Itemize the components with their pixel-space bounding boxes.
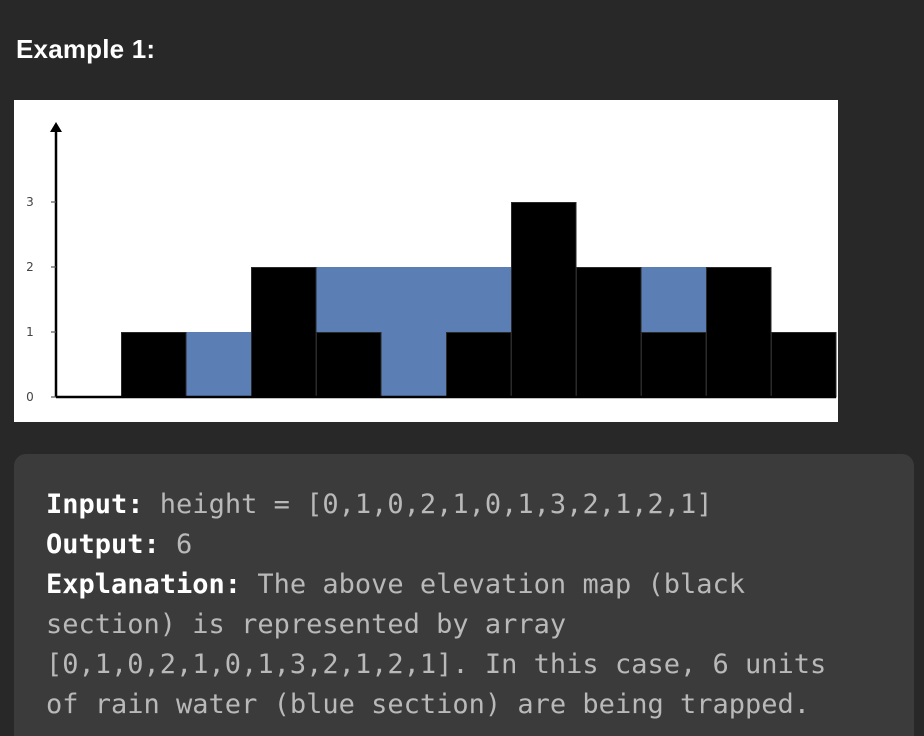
explanation-label: Explanation:: [46, 569, 242, 600]
elevation-bar-4: [316, 332, 382, 397]
y-axis-arrowhead: [50, 122, 62, 132]
elevation-bar-3: [251, 267, 317, 397]
input-value: height = [0,1,0,2,1,0,1,3,2,1,2,1]: [143, 489, 713, 520]
input-label: Input:: [46, 489, 144, 520]
y-tick-label-3: 3: [26, 195, 34, 209]
elevation-bar-11: [771, 332, 837, 397]
elevation-bar-9: [641, 332, 707, 397]
elevation-bar-10: [706, 267, 772, 397]
water-cell-6: [446, 267, 512, 332]
output-value: 6: [159, 529, 193, 560]
elevation-bar-6: [446, 332, 512, 397]
elevation-bar-1: [121, 332, 187, 397]
water-cell-9: [641, 267, 707, 332]
elevation-map-figure: 0 1 2 3: [14, 100, 838, 422]
elevation-bar-7: [511, 202, 577, 397]
example-block: Input: height = [0,1,0,2,1,0,1,3,2,1,2,1…: [14, 454, 914, 736]
explanation-line-4: of rain water (blue section) are being t…: [46, 689, 811, 720]
y-tick-label-1: 1: [26, 325, 34, 339]
elevation-bar-8: [576, 267, 642, 397]
water-cell-5: [381, 267, 447, 397]
y-tick-label-2: 2: [26, 260, 34, 274]
explanation-line-1: The above elevation map (black: [241, 569, 745, 600]
explanation-line-2: section) is represented by array: [46, 609, 567, 640]
explanation-line-3: [0,1,0,2,1,0,1,3,2,1,2,1]. In this case,…: [46, 649, 827, 680]
y-tick-label-0: 0: [26, 390, 34, 404]
example-text: Input: height = [0,1,0,2,1,0,1,3,2,1,2,1…: [46, 485, 881, 725]
example-heading: Example 1:: [16, 34, 156, 64]
elevation-map-chart: 0 1 2 3: [26, 122, 837, 404]
output-label: Output:: [46, 529, 160, 560]
water-cell-2: [186, 332, 252, 397]
water-cell-4: [316, 267, 382, 332]
